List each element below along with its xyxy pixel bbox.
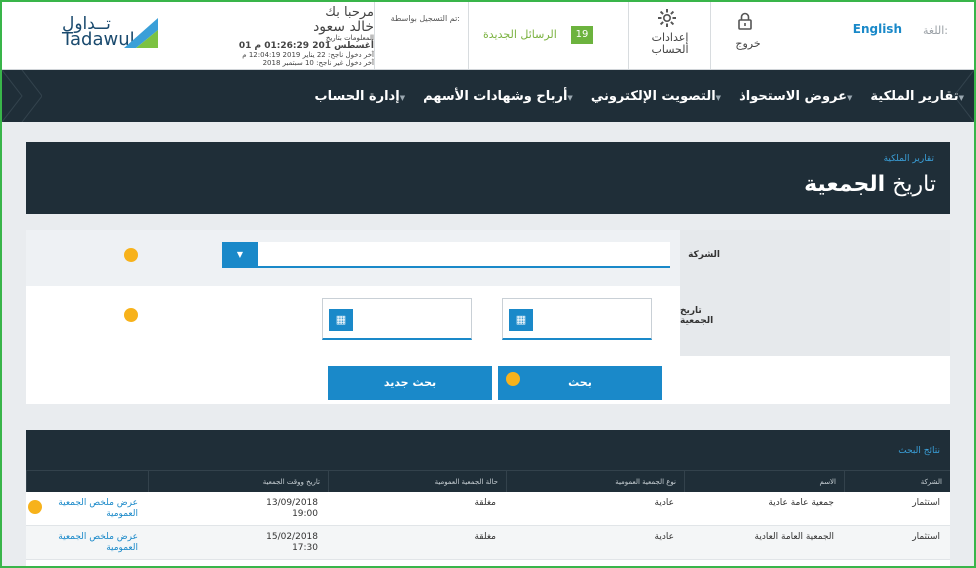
top-header: اللغة: English خروج إعدادات الحساب 19 ال… (2, 2, 974, 70)
nav-label: تقارير الملكية (870, 88, 959, 104)
nav-item-acquisition-offers[interactable]: عروض الاستحواذ▼ (739, 89, 856, 104)
breadcrumb[interactable]: تقارير الملكية (884, 154, 934, 164)
cell-action: عرض ملخص الجمعية العمومية (26, 526, 148, 560)
nav-item-dividends-certificates[interactable]: أرباح وشهادات الأسهم▼ (423, 89, 577, 104)
settings-label: إعدادات الحساب (633, 32, 707, 56)
lock-icon (737, 12, 753, 35)
cell-status: مغلقة (474, 532, 496, 542)
app-frame: اللغة: English خروج إعدادات الحساب 19 ال… (0, 0, 976, 568)
date-from-input[interactable]: ▦ (502, 298, 652, 340)
calendar-icon[interactable]: ▦ (509, 309, 533, 331)
new-messages-link[interactable]: 19 الرسائل الجديدة (468, 2, 628, 69)
cell-action: عرض ملخص الجمعية العمومية (26, 492, 148, 526)
gear-icon (657, 8, 677, 33)
nav-label: التصويت الإلكتروني (590, 88, 716, 104)
messages-count-badge: 19 (571, 26, 593, 44)
date-to-input[interactable]: ▦ (322, 298, 472, 340)
main-nav: تقارير الملكية▼ عروض الاستحواذ▼ التصويت … (2, 70, 974, 122)
tadawul-logo[interactable]: تــداول Tadawul (62, 14, 162, 54)
cell-company: استثمار (912, 532, 940, 542)
table-row: استثمار جمعية عامة عادية عادية مغلقة 13/… (26, 492, 950, 526)
search-button[interactable]: بحث (498, 366, 662, 400)
page-title: تاريخ الجمعية (804, 172, 936, 197)
assembly-date-label: تاريخ الجمعية (680, 306, 714, 326)
settings-label-line2: الحساب (651, 43, 689, 56)
language-label: اللغة: (923, 24, 948, 37)
account-settings-button[interactable]: إعدادات الحساب (628, 2, 710, 69)
nav-pattern-left (2, 70, 42, 122)
assembly-date-row: تاريخ الجمعية ▦ ▦ (26, 286, 950, 356)
logo-mark-icon (124, 18, 158, 48)
nav-items: تقارير الملكية▼ عروض الاستحواذ▼ التصويت … (315, 70, 968, 122)
chevron-down-icon: ▼ (715, 93, 722, 102)
cell-name: الجمعية العامة العادية (754, 532, 835, 542)
column-header-status[interactable]: حالة الجمعية العمومية (328, 471, 506, 493)
marker-dot (124, 248, 138, 262)
welcome-panel: مرحبا بك خالد سعود المعلومات بتاريخ 01 أ… (198, 6, 374, 68)
cell-datetime: 13/09/2018 19:00 (148, 492, 328, 526)
cell-time: 19:00 (292, 509, 318, 519)
cell-company: استثمار (912, 498, 940, 508)
cell-date: 15/02/2018 (266, 532, 318, 542)
user-name: خالد سعود (313, 19, 374, 35)
column-header-type[interactable]: نوع الجمعية العمومية (506, 471, 684, 493)
cell-status: مغلقة (474, 498, 496, 508)
language-switcher: اللغة: English (780, 2, 974, 69)
welcome-label: مرحبا بك (325, 5, 374, 20)
nav-label: عروض الاستحواذ (739, 88, 847, 104)
english-link[interactable]: English (853, 22, 902, 36)
column-header-company[interactable]: الشركة (844, 471, 950, 493)
results-title: نتائج البحث (898, 446, 940, 456)
nav-item-e-voting[interactable]: التصويت الإلكتروني▼ (591, 89, 725, 104)
chevron-down-icon: ▼ (958, 93, 964, 102)
calendar-icon[interactable]: ▦ (329, 309, 353, 331)
cell-date: 13/09/2018 (266, 498, 318, 508)
cell-type: عادية (654, 532, 674, 542)
nav-label: أرباح وشهادات الأسهم (423, 88, 568, 104)
marker-dot (28, 500, 42, 514)
nav-item-account-management[interactable]: إدارة الحساب▼ (315, 89, 410, 104)
new-search-button[interactable]: بحث جديد (328, 366, 492, 400)
cell-datetime: 15/02/2018 17:30 (148, 526, 328, 560)
view-assembly-summary-link[interactable]: عرض ملخص الجمعية العمومية (58, 498, 138, 519)
chevron-down-icon: ▼ (567, 93, 573, 102)
table-row: استثمار الجمعية العامة العادية عادية مغل… (26, 526, 950, 560)
chevron-down-icon[interactable]: ▼ (222, 242, 258, 268)
cell-name: جمعية عامة عادية (768, 498, 834, 508)
page-title-light: تاريخ (892, 172, 936, 197)
view-assembly-summary-link[interactable]: عرض ملخص الجمعية العمومية (58, 532, 138, 553)
last-login: آخر دخول ناجح: 22 يناير 2019 12:04:19 م (242, 51, 374, 59)
logout-label: خروج (735, 37, 761, 50)
company-row: الشركة ▼ (26, 230, 950, 286)
info-date-value: 01 أغسطس 201 01:26:29 م (238, 41, 374, 51)
marker-dot (124, 308, 138, 322)
page-title-bold: الجمعية (804, 172, 886, 197)
search-form: الشركة ▼ تاريخ الجمعية ▦ ▦ بحث بحث جديد (26, 214, 950, 404)
company-label-cell: الشركة (680, 230, 950, 286)
last-failed-login: آخر دخول غير ناجح: 10 سبتمبر 2018 (262, 59, 374, 67)
page-header: تقارير الملكية تاريخ الجمعية (26, 142, 950, 214)
marker-dot (506, 372, 520, 386)
results-table-body: استثمار جمعية عامة عادية عادية مغلقة 13/… (26, 492, 950, 560)
search-results: نتائج البحث الشركة الاسم نوع الجمعية الع… (26, 430, 950, 566)
login-via-label: تم التسجيل بواسطة: (390, 14, 460, 23)
results-table-header: الشركة الاسم نوع الجمعية العمومية حالة ا… (26, 470, 950, 493)
logout-button[interactable]: خروج (710, 2, 780, 69)
messages-label: الرسائل الجديدة (483, 28, 557, 41)
column-header-name[interactable]: الاسم (684, 471, 844, 493)
company-label: الشركة (688, 250, 720, 260)
cell-type: عادية (654, 498, 674, 508)
column-header-datetime[interactable]: تاريخ ووقت الجمعية (148, 471, 328, 493)
company-select[interactable]: ▼ (222, 242, 670, 268)
assembly-date-label-cell: تاريخ الجمعية (680, 286, 950, 356)
nav-label: إدارة الحساب (314, 88, 400, 104)
results-header: نتائج البحث (26, 430, 950, 470)
column-header-actions (26, 471, 148, 493)
chevron-down-icon: ▼ (847, 93, 853, 102)
nav-item-ownership-reports[interactable]: تقارير الملكية▼ (870, 89, 968, 104)
chevron-down-icon: ▼ (399, 93, 406, 102)
login-via-panel: تم التسجيل بواسطة: (374, 2, 468, 69)
cell-time: 17:30 (292, 543, 318, 553)
